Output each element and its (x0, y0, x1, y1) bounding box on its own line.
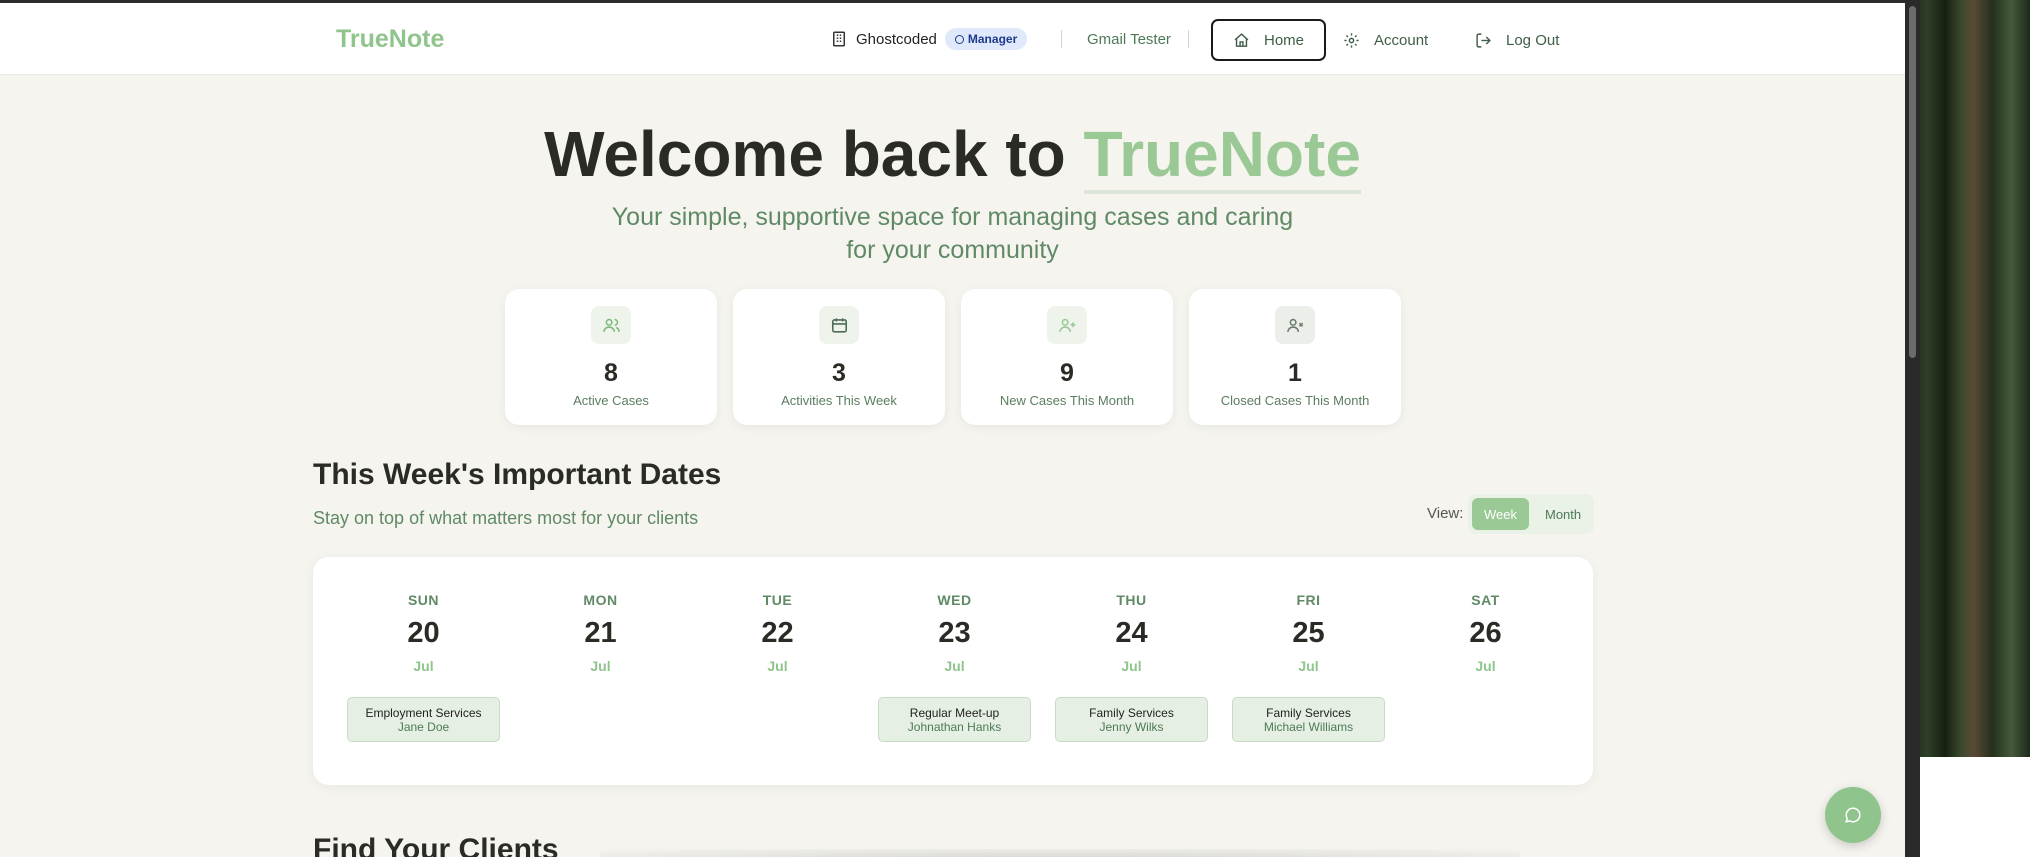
stat-label: Active Cases (573, 393, 649, 408)
event-type: Family Services (1266, 705, 1351, 720)
home-icon (1234, 32, 1249, 47)
calendar-day[interactable]: SUN 20 Jul Employment Services Jane Doe (335, 557, 512, 785)
day-of-week: FRI (1296, 592, 1321, 608)
stat-card-closed-cases[interactable]: 1 Closed Cases This Month (1189, 289, 1401, 425)
top-nav: TrueNote Ghostcoded Manager Gmail Tester… (0, 3, 1905, 75)
event-type: Employment Services (365, 705, 482, 720)
app-window: TrueNote Ghostcoded Manager Gmail Tester… (0, 0, 1905, 857)
organization-info: Ghostcoded Manager (830, 3, 1028, 75)
stat-value: 3 (832, 359, 846, 387)
stat-label: Closed Cases This Month (1220, 393, 1370, 408)
calendar-day[interactable]: SAT 26 Jul (1397, 557, 1574, 785)
stat-value: 1 (1288, 359, 1302, 387)
day-number: 24 (1115, 617, 1148, 649)
brand-logo[interactable]: TrueNote (336, 25, 444, 54)
event-client: Michael Williams (1263, 719, 1354, 734)
stat-card-activities-week[interactable]: 3 Activities This Week (733, 289, 945, 425)
nav-logout-button[interactable]: Log Out (1455, 19, 1579, 61)
nav-logout-label: Log Out (1506, 31, 1560, 49)
nav-home-button[interactable]: Home (1211, 19, 1327, 61)
day-number: 26 (1469, 617, 1502, 649)
background-panel (1920, 757, 2030, 857)
day-month: Jul (1121, 658, 1142, 674)
chat-icon (1845, 807, 1861, 823)
calendar-day[interactable]: THU 24 Jul Family Services Jenny Wilks (1043, 557, 1220, 785)
role-badge: Manager (944, 28, 1028, 50)
calendar-icon (819, 306, 859, 344)
day-month: Jul (590, 658, 611, 674)
users-icon (591, 306, 631, 344)
stat-card-active-cases[interactable]: 8 Active Cases (505, 289, 717, 425)
calendar-event[interactable]: Regular Meet-up Johnathan Hanks (878, 697, 1031, 742)
building-icon (833, 31, 845, 47)
chat-button[interactable] (1825, 787, 1881, 843)
calendar-event[interactable]: Family Services Jenny Wilks (1055, 697, 1208, 742)
nav-divider (1061, 30, 1062, 48)
day-month: Jul (1298, 658, 1319, 674)
day-of-week: MON (583, 592, 618, 608)
stat-value: 9 (1060, 359, 1074, 387)
stat-card-new-cases[interactable]: 9 New Cases This Month (961, 289, 1173, 425)
organization-name: Ghostcoded (856, 30, 937, 48)
find-clients-title: Find Your Clients (313, 833, 559, 857)
day-of-week: WED (937, 592, 972, 608)
view-toggle: Week Month (1468, 494, 1594, 534)
shield-icon (954, 34, 964, 44)
stat-label: Activities This Week (781, 393, 897, 408)
day-number: 21 (584, 617, 617, 649)
stat-label: New Cases This Month (999, 393, 1135, 408)
important-dates-subtitle: Stay on top of what matters most for you… (313, 508, 699, 528)
day-month: Jul (767, 658, 788, 674)
search-card-shadow (600, 849, 1520, 857)
day-number: 22 (761, 617, 794, 649)
nav-account-label: Account (1374, 31, 1429, 49)
day-of-week: TUE (762, 592, 793, 608)
welcome-title-brand: TrueNote (1083, 118, 1361, 194)
calendar-day[interactable]: TUE 22 Jul (689, 557, 866, 785)
day-number: 23 (938, 617, 971, 649)
user-plus-icon (1047, 306, 1087, 344)
view-week-button[interactable]: Week (1472, 498, 1529, 530)
calendar-event[interactable]: Family Services Michael Williams (1232, 697, 1385, 742)
event-client: Jenny Wilks (1099, 719, 1164, 734)
logout-icon (1476, 32, 1491, 48)
background-photo (1905, 0, 2030, 857)
role-badge-label: Manager (967, 32, 1018, 46)
day-of-week: SAT (1471, 592, 1500, 608)
day-number: 25 (1292, 617, 1325, 649)
day-month: Jul (1475, 658, 1496, 674)
event-client: Johnathan Hanks (907, 719, 1002, 734)
nav-divider (1188, 30, 1189, 48)
day-number: 20 (407, 617, 440, 649)
day-of-week: SUN (407, 592, 440, 608)
stat-value: 8 (604, 359, 618, 387)
day-of-week: THU (1116, 592, 1147, 608)
day-month: Jul (944, 658, 965, 674)
user-x-icon (1275, 306, 1315, 344)
calendar-day[interactable]: MON 21 Jul (512, 557, 689, 785)
welcome-title: Welcome back to TrueNote (0, 117, 1905, 194)
view-month-button[interactable]: Month (1533, 498, 1593, 530)
day-month: Jul (413, 658, 434, 674)
important-dates-title: This Week's Important Dates (313, 458, 722, 491)
week-calendar: SUN 20 Jul Employment Services Jane Doe … (313, 557, 1593, 785)
calendar-day[interactable]: FRI 25 Jul Family Services Michael Willi… (1220, 557, 1397, 785)
nav-account-button[interactable]: Account (1323, 19, 1448, 61)
welcome-title-prefix: Welcome back to (544, 118, 1084, 190)
calendar-day[interactable]: WED 23 Jul Regular Meet-up Johnathan Han… (866, 557, 1043, 785)
calendar-event[interactable]: Employment Services Jane Doe (347, 697, 500, 742)
view-label: View: (1427, 505, 1464, 522)
current-user-name: Gmail Tester (1087, 30, 1171, 48)
gear-icon (1344, 32, 1359, 48)
welcome-subtitle: Your simple, supportive space for managi… (611, 203, 1294, 264)
event-type: Regular Meet-up (909, 705, 1000, 720)
event-client: Jane Doe (397, 719, 450, 734)
scrollbar-thumb[interactable] (1909, 6, 1916, 358)
page-scrollbar[interactable] (1905, 0, 1920, 857)
nav-home-label: Home (1264, 31, 1305, 49)
event-type: Family Services (1089, 705, 1174, 720)
